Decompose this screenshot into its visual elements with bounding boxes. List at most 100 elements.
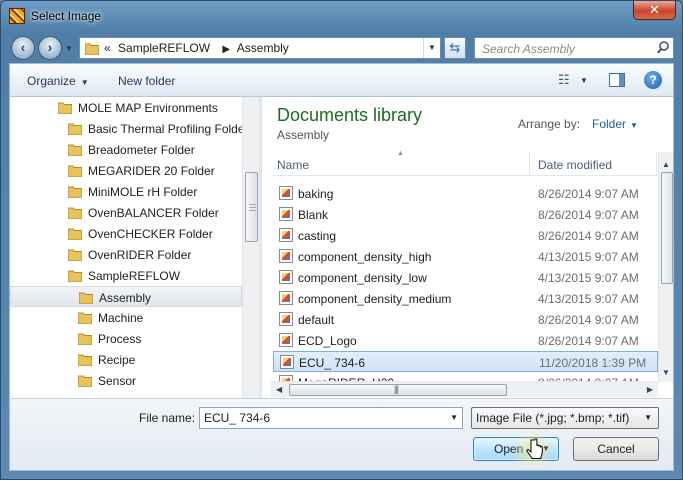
column-header-row: Name ▲ Date modified: [271, 150, 658, 176]
file-row[interactable]: component_density_high 4/13/2015 9:07 AM: [273, 246, 658, 267]
scroll-right-icon[interactable]: ▶: [647, 385, 653, 394]
tree-item[interactable]: Basic Thermal Profiling Folder: [10, 118, 242, 139]
help-icon[interactable]: ?: [644, 71, 662, 89]
tree-scroll-thumb[interactable]: — — —: [245, 172, 258, 242]
image-file-icon: [279, 270, 293, 284]
file-row[interactable]: baking 8/26/2014 9:07 AM: [273, 183, 658, 204]
tree-item[interactable]: Assembly: [10, 286, 242, 307]
file-list-horizontal-scrollbar[interactable]: ◀ ||| ▶: [271, 381, 658, 397]
select-image-dialog: Select Image ✕ ‹ › ▼ « SampleREFLOW ▶ As…: [0, 0, 683, 480]
image-file-icon: [279, 291, 293, 305]
forward-button[interactable]: ›: [38, 36, 62, 60]
folder-icon: [78, 354, 92, 366]
breadcrumb-separator-icon[interactable]: ▶: [222, 44, 230, 55]
chevron-down-icon: ▼: [630, 121, 638, 130]
breadcrumb: « SampleREFLOW ▶ Assembly: [104, 41, 293, 55]
file-name-value: ECU_ 734-6: [204, 411, 271, 425]
tree-item[interactable]: SampleREFLOW: [10, 265, 242, 286]
tree-item[interactable]: Recipe: [10, 349, 242, 370]
cancel-button[interactable]: Cancel: [573, 437, 659, 461]
arrange-by-dropdown[interactable]: Folder ▼: [592, 117, 638, 131]
column-divider[interactable]: [656, 152, 657, 176]
image-file-icon: [279, 249, 293, 263]
chevron-down-icon[interactable]: ▼: [450, 413, 458, 422]
library-title: Documents library: [277, 105, 423, 125]
file-name: ECD_Logo: [298, 334, 357, 348]
folder-icon: [68, 144, 82, 156]
vertical-scroll-thumb[interactable]: [661, 172, 673, 284]
command-toolbar: Organize ▼ New folder ☷ ▼ ?: [9, 63, 674, 97]
tree-item[interactable]: Machine: [10, 307, 242, 328]
navigation-bar: ‹ › ▼ « SampleREFLOW ▶ Assembly ▼ ⇆ Sear…: [1, 31, 682, 63]
tree-item-label: Basic Thermal Profiling Folder: [88, 122, 242, 136]
recent-pages-dropdown[interactable]: ▼: [65, 44, 73, 53]
file-row[interactable]: ECU_ 734-6 11/20/2018 1:39 PM: [273, 351, 658, 372]
breadcrumb-assembly[interactable]: Assembly: [237, 41, 289, 55]
address-dropdown[interactable]: ▼: [423, 38, 440, 58]
address-bar[interactable]: « SampleREFLOW ▶ Assembly ▼: [79, 37, 441, 59]
new-folder-button[interactable]: New folder: [118, 74, 175, 88]
tree-item-label: OvenCHECKER Folder: [88, 227, 213, 241]
file-date: 11/20/2018 1:39 PM: [539, 356, 647, 370]
file-row[interactable]: casting 8/26/2014 9:07 AM: [273, 225, 658, 246]
sort-ascending-icon: ▲: [397, 150, 404, 157]
scroll-left-icon[interactable]: ◀: [276, 385, 282, 394]
chevron-down-icon: ▼: [80, 78, 89, 87]
folder-icon: [78, 312, 92, 324]
tree-item[interactable]: MiniMOLE rH Folder: [10, 181, 242, 202]
arrange-by-value: Folder: [592, 117, 627, 131]
file-name: baking: [298, 187, 334, 201]
title-bar[interactable]: Select Image ✕: [1, 1, 682, 31]
file-type-value: Image File (*.jpg; *.bmp; *.tif): [476, 411, 630, 425]
tree-scrollbar[interactable]: — — —: [242, 97, 259, 398]
mouse-cursor-icon: [526, 438, 543, 459]
breadcrumb-samplereflow[interactable]: SampleREFLOW: [118, 41, 210, 55]
scroll-down-icon[interactable]: ▼: [662, 368, 670, 377]
tree-item-label: Sensor: [98, 374, 137, 388]
file-row[interactable]: ECD_Logo 8/26/2014 9:07 AM: [273, 330, 658, 351]
views-dropdown[interactable]: ▼: [580, 76, 588, 85]
folder-icon: [85, 43, 99, 55]
search-input[interactable]: Search Assembly: [474, 37, 674, 59]
file-row[interactable]: component_density_low 4/13/2015 9:07 AM: [273, 267, 658, 288]
image-file-icon: [279, 312, 293, 326]
scroll-up-icon[interactable]: ▲: [662, 160, 670, 169]
views-icon[interactable]: ☷: [558, 72, 570, 88]
file-name-field[interactable]: ECU_ 734-6 ▼: [199, 407, 463, 429]
tree-item[interactable]: OvenCHECKER Folder: [10, 223, 242, 244]
tree-item[interactable]: Process: [10, 328, 242, 349]
tree-item-label: Breadometer Folder: [88, 143, 195, 157]
file-date: 8/26/2014 9:07 AM: [538, 334, 639, 348]
file-name-label: File name:: [139, 411, 196, 425]
preview-pane-icon[interactable]: [609, 73, 625, 87]
column-divider[interactable]: [529, 152, 530, 176]
refresh-button[interactable]: ⇆: [444, 37, 466, 59]
image-file-icon: [280, 355, 294, 369]
file-row[interactable]: default 8/26/2014 9:07 AM: [273, 309, 658, 330]
breadcrumb-overflow[interactable]: «: [104, 41, 111, 55]
column-name-header[interactable]: Name: [277, 158, 309, 172]
folder-icon: [78, 333, 92, 345]
file-row[interactable]: Blank 8/26/2014 9:07 AM: [273, 204, 658, 225]
organize-button[interactable]: Organize ▼: [27, 74, 89, 88]
file-list-pane: Documents library Assembly Arrange by: F…: [262, 97, 674, 398]
file-list-vertical-scrollbar[interactable]: ▲ ▼: [658, 152, 673, 382]
tree-item[interactable]: Sensor: [10, 370, 242, 391]
tree-item[interactable]: Breadometer Folder: [10, 139, 242, 160]
tree-item[interactable]: MEGARIDER 20 Folder: [10, 160, 242, 181]
file-date: 8/26/2014 9:07 AM: [538, 229, 639, 243]
search-icon[interactable]: [657, 41, 669, 54]
image-file-icon: [279, 186, 293, 200]
column-date-header[interactable]: Date modified: [538, 158, 612, 172]
tree-item[interactable]: OvenRIDER Folder: [10, 244, 242, 265]
folder-icon: [68, 207, 82, 219]
file-row[interactable]: component_density_medium 4/13/2015 9:07 A…: [273, 288, 658, 309]
file-type-select[interactable]: Image File (*.jpg; *.bmp; *.tif) ▼: [471, 407, 659, 429]
file-date: 8/26/2014 9:07 AM: [538, 187, 639, 201]
horizontal-scroll-thumb[interactable]: |||: [289, 384, 507, 396]
back-button[interactable]: ‹: [11, 36, 35, 60]
tree-item-label: OvenBALANCER Folder: [88, 206, 219, 220]
close-button[interactable]: ✕: [633, 1, 676, 20]
tree-item[interactable]: OvenBALANCER Folder: [10, 202, 242, 223]
tree-item[interactable]: MOLE MAP Environments: [10, 97, 242, 118]
